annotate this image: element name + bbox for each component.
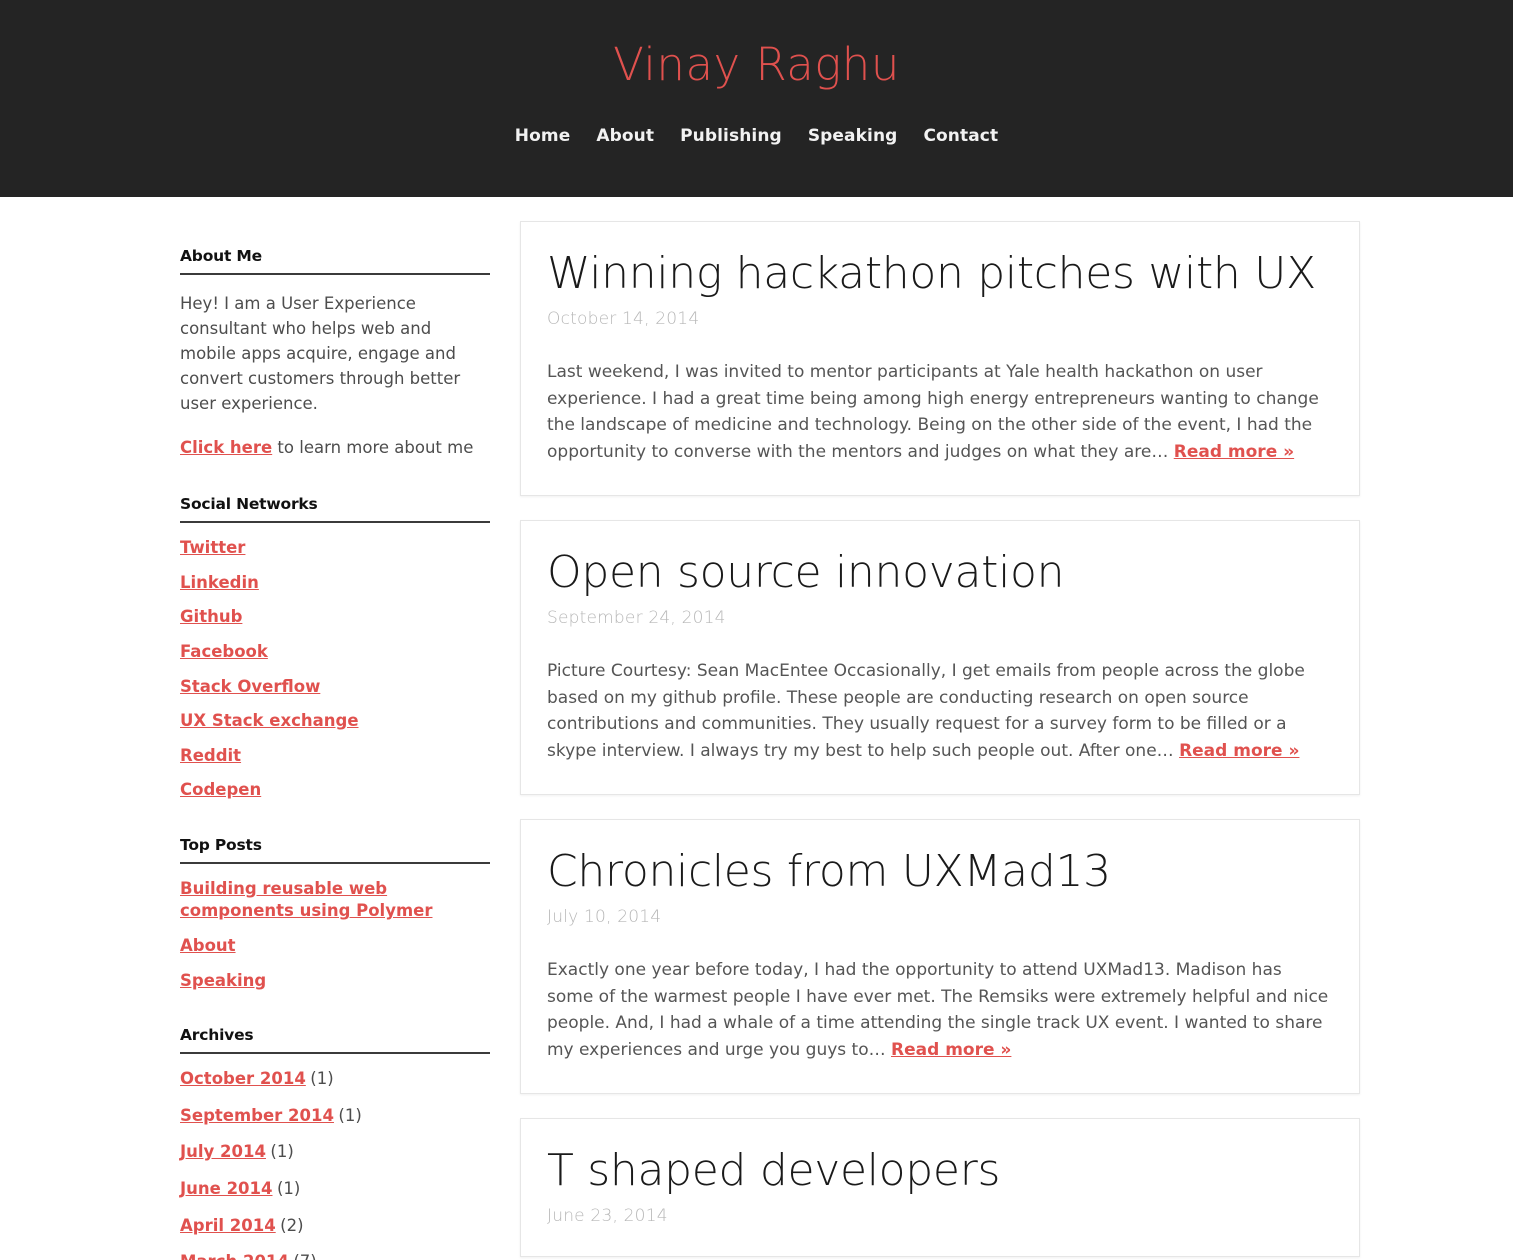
- top-post-link-speaking[interactable]: Speaking: [180, 971, 266, 990]
- list-item: April 2014 (2): [180, 1215, 490, 1238]
- post-excerpt: Last weekend, I was invited to mentor pa…: [547, 359, 1333, 465]
- archive-link-september-2014[interactable]: September 2014: [180, 1106, 334, 1125]
- page-wrapper: About Me Hey! I am a User Experience con…: [0, 197, 1513, 1260]
- widget-title-about-me: About Me: [180, 247, 490, 275]
- social-link-ux-stack-exchange[interactable]: UX Stack exchange: [180, 711, 359, 730]
- widget-about-me: About Me Hey! I am a User Experience con…: [180, 247, 490, 461]
- list-item: About: [180, 935, 490, 958]
- post-card: Chronicles from UXMad13 July 10, 2014 Ex…: [520, 819, 1360, 1095]
- archive-count-june-2014: (1): [276, 1179, 301, 1199]
- about-me-text: Hey! I am a User Experience consultant w…: [180, 294, 461, 414]
- nav-item-publishing[interactable]: Publishing: [680, 126, 782, 146]
- archive-count-march-2014: (7): [293, 1252, 316, 1260]
- about-me-cta: Click here to learn more about me: [180, 436, 490, 461]
- nav-item-about[interactable]: About: [596, 126, 654, 146]
- post-date: June 23, 2014: [547, 1206, 668, 1227]
- social-link-facebook[interactable]: Facebook: [180, 642, 268, 661]
- about-me-link[interactable]: Click here: [180, 438, 272, 457]
- list-item: Speaking: [180, 970, 490, 993]
- nav-item-speaking[interactable]: Speaking: [808, 126, 898, 146]
- site-header: Vinay Raghu Home About Publishing Speaki…: [0, 0, 1513, 197]
- post-title[interactable]: Open source innovation: [547, 547, 1333, 598]
- widget-title-top-posts: Top Posts: [180, 836, 490, 864]
- post-card: T shaped developers June 23, 2014: [520, 1118, 1360, 1258]
- nav-item-contact[interactable]: Contact: [923, 126, 998, 146]
- post-date: October 14, 2014: [547, 309, 700, 330]
- list-item: Facebook: [180, 641, 490, 664]
- read-more-link[interactable]: Read more »: [1174, 442, 1294, 462]
- widget-title-archives: Archives: [180, 1026, 490, 1055]
- list-item: Stack Overflow: [180, 676, 490, 699]
- top-post-link-polymer[interactable]: Building reusable web components using P…: [180, 879, 432, 921]
- widget-top-posts: Top Posts Building reusable web componen…: [180, 836, 490, 992]
- archive-link-march-2014[interactable]: March 2014: [180, 1252, 289, 1260]
- top-posts-list: Building reusable web components using P…: [180, 878, 490, 992]
- list-item: Building reusable web components using P…: [180, 878, 490, 923]
- widget-title-social-networks: Social Networks: [180, 495, 490, 524]
- archive-link-april-2014[interactable]: April 2014: [180, 1216, 276, 1235]
- top-post-link-about[interactable]: About: [180, 936, 236, 955]
- post-list: Winning hackathon pitches with UX Octobe…: [520, 221, 1360, 1260]
- widget-archives: Archives October 2014 (1) September 2014…: [180, 1026, 490, 1260]
- social-link-stack-overflow[interactable]: Stack Overflow: [180, 677, 320, 696]
- social-link-codepen[interactable]: Codepen: [180, 780, 261, 799]
- social-link-twitter[interactable]: Twitter: [180, 538, 245, 557]
- list-item: June 2014 (1): [180, 1178, 490, 1201]
- list-item: Github: [180, 606, 490, 629]
- post-card: Open source innovation September 24, 201…: [520, 520, 1360, 796]
- list-item: Codepen: [180, 779, 490, 802]
- list-item: July 2014 (1): [180, 1141, 490, 1164]
- list-item: Linkedin: [180, 572, 490, 595]
- archive-count-october-2014: (1): [310, 1069, 334, 1089]
- list-item: UX Stack exchange: [180, 710, 490, 733]
- post-date: September 24, 2014: [547, 608, 726, 629]
- social-links-list: Twitter Linkedin Github Facebook Stack O…: [180, 537, 490, 802]
- main-navigation: Home About Publishing Speaking Contact: [0, 126, 1513, 146]
- list-item: Reddit: [180, 745, 490, 768]
- post-excerpt: Picture Courtesy: Sean MacEntee Occasion…: [547, 658, 1333, 764]
- post-excerpt: Exactly one year before today, I had the…: [547, 957, 1333, 1063]
- archive-link-july-2014[interactable]: July 2014: [180, 1142, 266, 1161]
- list-item: September 2014 (1): [180, 1105, 490, 1128]
- sidebar: About Me Hey! I am a User Experience con…: [180, 221, 490, 1260]
- list-item: March 2014 (7): [180, 1251, 490, 1260]
- nav-item-home[interactable]: Home: [515, 126, 571, 146]
- social-link-github[interactable]: Github: [180, 607, 242, 626]
- post-date: July 10, 2014: [547, 907, 662, 928]
- post-title[interactable]: Winning hackathon pitches with UX: [547, 248, 1333, 299]
- post-title[interactable]: Chronicles from UXMad13: [547, 846, 1333, 897]
- archive-count-july-2014: (1): [270, 1142, 294, 1162]
- archive-count-september-2014: (1): [338, 1105, 362, 1125]
- about-me-cta-rest: to learn more about me: [272, 438, 474, 458]
- post-card: Winning hackathon pitches with UX Octobe…: [520, 221, 1360, 497]
- read-more-link[interactable]: Read more »: [891, 1040, 1011, 1060]
- list-item: October 2014 (1): [180, 1068, 490, 1091]
- social-link-reddit[interactable]: Reddit: [180, 746, 241, 765]
- archives-list: October 2014 (1) September 2014 (1) July…: [180, 1068, 490, 1260]
- social-link-linkedin[interactable]: Linkedin: [180, 573, 259, 592]
- list-item: Twitter: [180, 537, 490, 560]
- site-title: Vinay Raghu: [613, 38, 900, 91]
- post-title[interactable]: T shaped developers: [547, 1145, 1333, 1196]
- widget-social-networks: Social Networks Twitter Linkedin Github …: [180, 495, 490, 802]
- archive-count-april-2014: (2): [280, 1215, 304, 1235]
- read-more-link[interactable]: Read more »: [1179, 741, 1299, 761]
- archive-link-june-2014[interactable]: June 2014: [180, 1179, 273, 1198]
- archive-link-october-2014[interactable]: October 2014: [180, 1069, 306, 1088]
